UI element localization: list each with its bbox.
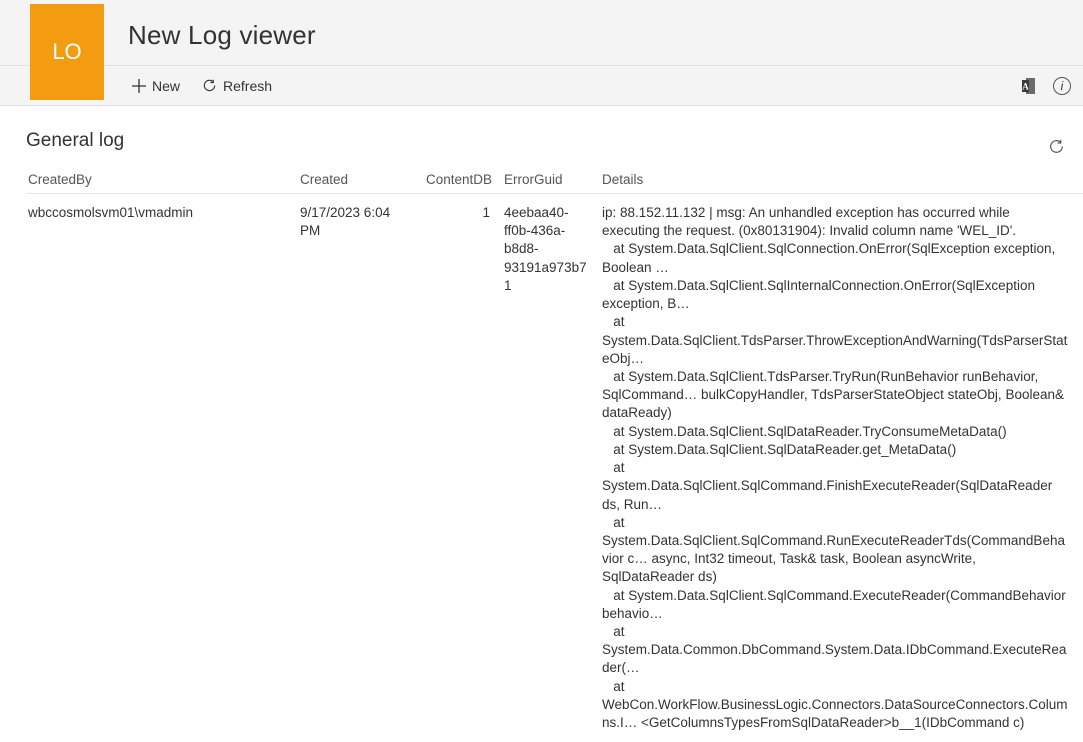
col-header-details[interactable]: Details [600,166,1083,194]
col-header-created[interactable]: Created [298,166,424,194]
cell-details: ip: 88.152.11.132 | msg: An unhandled ex… [600,194,1083,742]
refresh-label: Refresh [223,78,272,94]
log-table: CreatedBy Created ContentDB ErrorGuid De… [26,166,1083,742]
section-refresh-icon[interactable] [1048,138,1065,158]
refresh-icon [202,78,217,93]
table-header-row: CreatedBy Created ContentDB ErrorGuid De… [26,166,1083,194]
new-button[interactable]: New [132,66,180,105]
page-title: New Log viewer [128,20,316,51]
app-tile: LO [30,4,104,100]
section-title: General log [26,130,124,152]
main-pane: General log CreatedBy Created ContentDB … [0,106,1083,742]
table-row[interactable]: wbccosmolsvm01\vmadmin 9/17/2023 6:04 PM… [26,194,1083,742]
cell-createdby: wbccosmolsvm01\vmadmin [26,194,298,742]
app-header: LO New Log viewer [0,0,1083,66]
refresh-button[interactable]: Refresh [202,66,272,105]
command-bar: New Refresh A i [0,66,1083,106]
svg-text:A: A [1022,81,1029,91]
cell-errorguid: 4eebaa40-ff0b-436a-b8d8-93191a973b71 [502,194,600,742]
plus-icon [132,79,146,93]
cell-contentdb: 1 [424,194,502,742]
new-label: New [152,78,180,94]
info-icon[interactable]: i [1053,77,1071,95]
cell-created: 9/17/2023 6:04 PM [298,194,424,742]
app-tile-initials: LO [52,39,81,65]
col-header-errorguid[interactable]: ErrorGuid [502,166,600,194]
col-header-contentdb[interactable]: ContentDB [424,166,502,194]
col-header-createdby[interactable]: CreatedBy [26,166,298,194]
office-apps-icon[interactable]: A [1021,77,1039,95]
